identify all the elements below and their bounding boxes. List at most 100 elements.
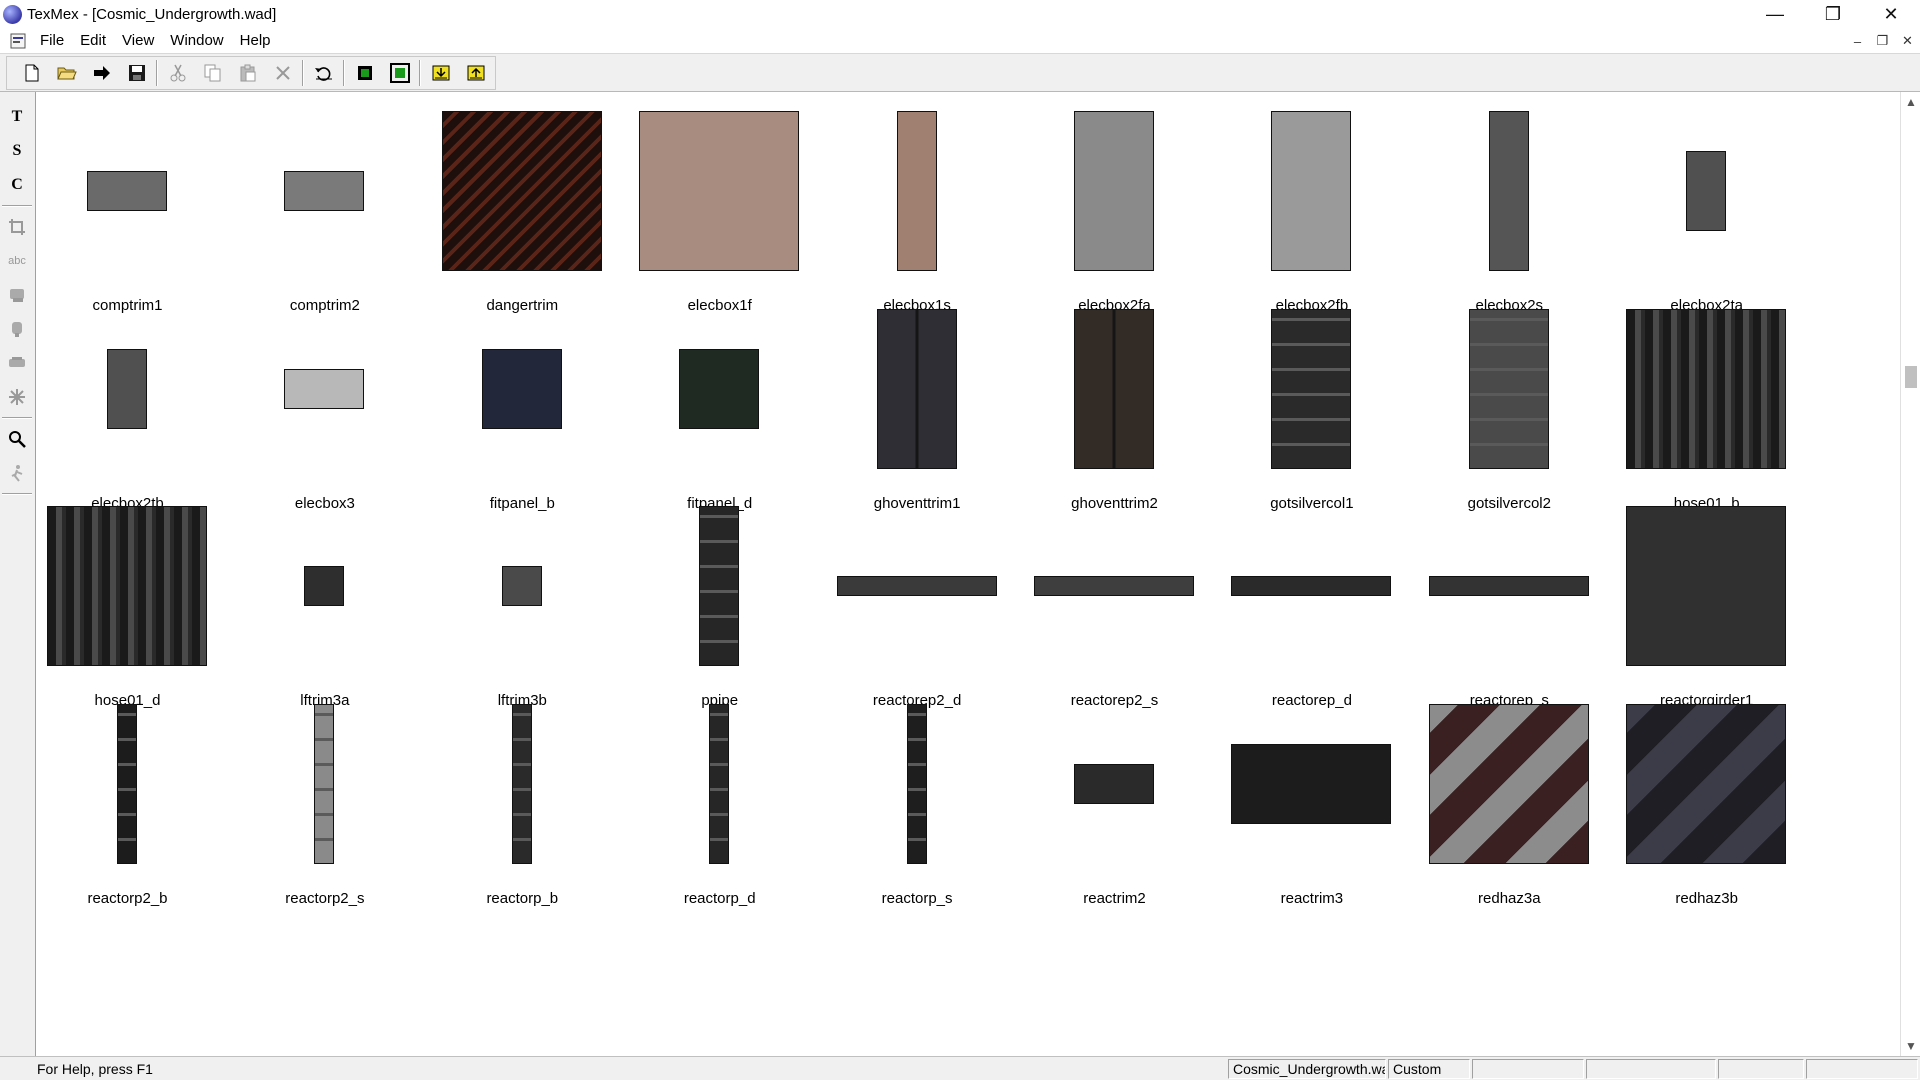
sparkle-icon[interactable] [0,380,34,414]
new-document-icon[interactable] [14,58,49,88]
texture-item[interactable]: elecbox2fa [1034,111,1231,314]
zoom-icon[interactable] [0,422,34,456]
texture-thumbnail[interactable] [441,111,602,271]
texture-item[interactable]: elecbox2tb [47,309,244,512]
paste-icon[interactable] [230,58,265,88]
texture-thumbnail[interactable] [906,703,927,864]
texture-thumbnail[interactable] [679,348,760,429]
texture-item[interactable]: redhaz3a [1428,703,1626,907]
texture-item[interactable]: redhaz3b [1626,703,1823,907]
texture-item[interactable]: reactrim3 [1231,704,1428,907]
import-yellow-icon[interactable] [423,58,458,88]
delete-icon[interactable] [265,58,300,88]
menu-edit[interactable]: Edit [72,29,114,53]
texture-thumbnail[interactable] [1626,308,1787,469]
texture-thumbnail[interactable] [47,506,207,666]
texture-item[interactable]: elecbox2ta [1626,111,1823,314]
menu-file[interactable]: File [32,29,72,53]
texture-thumbnail[interactable] [501,566,542,606]
fit-frame-icon[interactable] [382,58,417,88]
menu-help[interactable]: Help [232,29,279,53]
texture-item[interactable]: ppipe [639,506,836,709]
texture-thumbnail[interactable] [314,703,335,864]
texture-thumbnail[interactable] [876,308,957,469]
restore-button[interactable]: ❐ [1804,0,1862,29]
texture-thumbnail[interactable] [896,111,937,271]
mdi-restore-button[interactable]: ❐ [1870,33,1895,49]
texture-item[interactable]: reactrim2 [1034,704,1231,907]
texture-thumbnail[interactable] [1428,703,1589,864]
texture-thumbnail[interactable] [87,171,167,211]
texture-item[interactable]: reactorp_d [639,703,836,907]
texture-thumbnail[interactable] [284,368,365,409]
texture-thumbnail[interactable] [1231,576,1392,596]
texture-item[interactable]: reactorp2_b [47,703,244,907]
texture-item[interactable]: reactorep2_s [1034,506,1231,709]
eraser-icon[interactable] [0,346,34,380]
texture-item[interactable]: lftrim3b [442,506,639,709]
texture-thumbnail[interactable] [304,566,345,606]
scroll-thumb[interactable] [1905,366,1917,388]
texture-thumbnail[interactable] [1271,111,1352,271]
texture-thumbnail[interactable] [1074,763,1154,804]
texture-item[interactable]: reactorep_d [1231,506,1428,709]
texture-thumbnail[interactable] [1626,506,1787,666]
texture-thumbnail[interactable] [1428,576,1589,596]
texture-item[interactable]: reactorp_s [837,703,1034,907]
document-system-icon[interactable] [9,32,27,50]
texture-item[interactable]: reactorp_b [442,703,639,907]
texture-thumbnail[interactable] [1074,308,1154,469]
texture-thumbnail[interactable] [1468,308,1549,469]
texture-item[interactable]: reactorp2_s [244,703,441,907]
texture-item[interactable]: reactorep_s [1428,506,1626,709]
scroll-up-icon[interactable]: ▲ [1901,92,1920,112]
texture-thumbnail[interactable] [481,348,562,429]
texture-item[interactable]: ghoventtrim1 [837,308,1034,512]
fit-green-icon[interactable] [347,58,382,88]
crop-icon[interactable] [0,210,34,244]
abc-icon[interactable]: abc [0,244,34,278]
texture-thumbnail[interactable] [284,171,365,211]
text-t-icon[interactable]: T [0,100,34,134]
text-c-icon[interactable]: C [0,168,34,202]
texture-thumbnail[interactable] [1074,111,1154,271]
texture-item[interactable]: reactorep2_d [836,506,1034,709]
mdi-close-button[interactable]: ✕ [1895,33,1920,49]
texture-item[interactable]: comptrim2 [244,111,441,314]
texture-thumbnail[interactable] [1686,151,1727,231]
undo-icon[interactable] [306,58,341,88]
runner-icon[interactable] [0,456,34,490]
text-s-icon[interactable]: S [0,134,34,168]
minimize-button[interactable]: — [1746,0,1804,29]
texture-item[interactable]: elecbox3 [244,309,441,512]
texture-thumbnail[interactable] [1271,308,1352,469]
scroll-down-icon[interactable]: ▼ [1901,1036,1920,1056]
texture-item[interactable]: lftrim3a [244,506,441,709]
vertical-scrollbar[interactable]: ▲ ▼ [1900,92,1920,1056]
texture-item[interactable]: ghoventtrim2 [1034,308,1231,512]
texture-item[interactable]: reactorgirder1 [1626,506,1823,709]
texture-item[interactable]: fitpanel_b [442,309,639,512]
texture-item[interactable]: elecbox1f [639,111,836,314]
texture-thumbnail[interactable] [709,703,730,864]
texture-item[interactable]: gotsilvercol2 [1429,308,1626,512]
save-disk-icon[interactable] [119,58,154,88]
texture-thumbnail[interactable] [511,703,532,864]
texture-thumbnail[interactable] [1034,576,1194,596]
texture-item[interactable]: fitpanel_d [639,309,836,512]
open-folder-icon[interactable] [49,58,84,88]
texture-thumbnail[interactable] [836,576,997,596]
paint-icon[interactable] [0,312,34,346]
cut-icon[interactable] [160,58,195,88]
menu-view[interactable]: View [114,29,162,53]
texture-thumbnail[interactable] [117,703,137,864]
mdi-minimize-button[interactable]: – [1845,34,1870,49]
texture-item[interactable]: hose01_d [47,506,244,709]
menu-window[interactable]: Window [162,29,231,53]
texture-thumbnail[interactable] [1231,743,1392,824]
close-button[interactable]: ✕ [1862,0,1920,29]
texture-thumbnail[interactable] [1626,703,1787,864]
export-yellow-icon[interactable] [458,58,493,88]
texture-thumbnail[interactable] [107,348,147,429]
texture-thumbnail[interactable] [699,506,740,666]
